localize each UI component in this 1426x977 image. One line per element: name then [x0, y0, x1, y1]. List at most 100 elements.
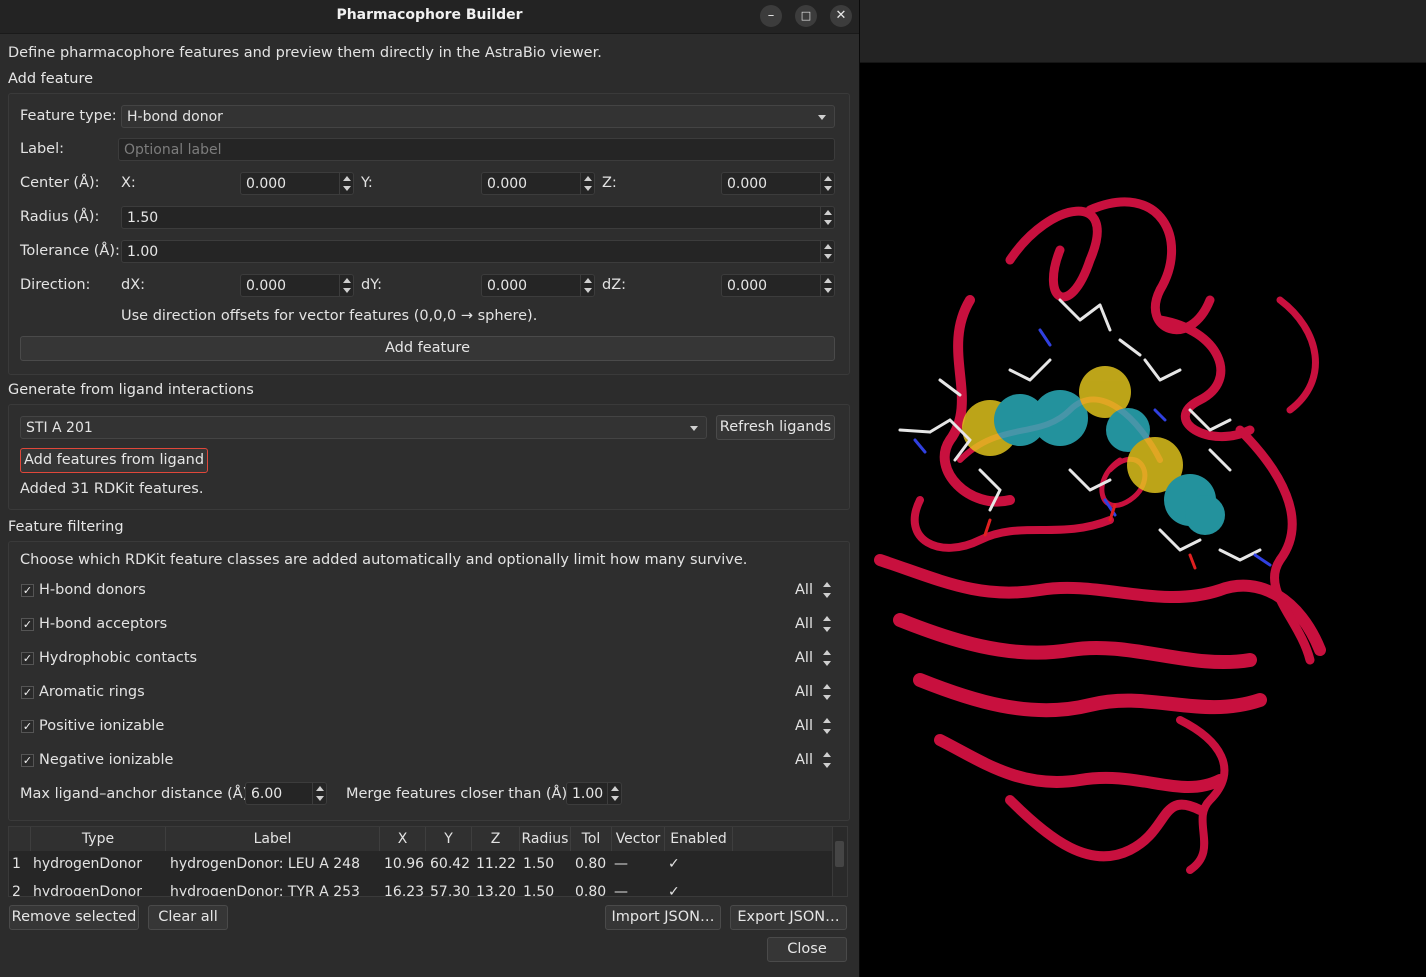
spin-arrows-icon[interactable]	[339, 173, 353, 194]
chevron-down-icon	[690, 426, 698, 431]
spin-arrows-icon[interactable]	[820, 749, 833, 771]
window-title: Pharmacophore Builder	[336, 7, 523, 23]
radius-spinbox[interactable]: 1.50	[121, 206, 835, 229]
filter-class-label: Positive ionizable	[39, 718, 165, 734]
import-json-button[interactable]: Import JSON…	[605, 905, 721, 930]
spin-arrows-icon[interactable]	[820, 173, 834, 194]
center-x-spinbox[interactable]: 0.000	[240, 172, 354, 195]
max-distance-value: 6.00	[251, 786, 283, 802]
filter-limit-value: All	[795, 752, 813, 768]
spin-arrows-icon[interactable]	[820, 613, 833, 635]
cell-z: 13.20	[476, 884, 517, 897]
checkbox-positive-ionizable[interactable]: ✓	[21, 720, 34, 733]
pharmacophore-builder-dialog: Pharmacophore Builder – □ ✕ Define pharm…	[0, 0, 859, 977]
add-feature-heading: Add feature	[8, 71, 94, 87]
spin-arrows-icon[interactable]	[820, 241, 834, 262]
protein-render[interactable]	[860, 0, 1426, 977]
checkbox-hydrophobic-contacts[interactable]: ✓	[21, 652, 34, 665]
column-header-vector[interactable]: Vector	[612, 827, 665, 851]
column-header-y[interactable]: Y	[426, 827, 472, 851]
column-header-tol[interactable]: Tol	[571, 827, 612, 851]
spin-arrows-icon[interactable]	[820, 207, 834, 228]
maximize-button[interactable]: □	[795, 5, 817, 27]
merge-value: 1.00	[572, 786, 604, 802]
cell-enabled-checkbox[interactable]: ✓	[668, 879, 680, 896]
column-header-x[interactable]: X	[380, 827, 426, 851]
close-button[interactable]: Close	[767, 937, 847, 962]
checkbox-negative-ionizable[interactable]: ✓	[21, 754, 34, 767]
checkbox-aromatic-rings[interactable]: ✓	[21, 686, 34, 699]
cell-label: hydrogenDonor: TYR A 253	[170, 884, 360, 897]
direction-label: Direction:	[20, 277, 91, 293]
column-header-radius[interactable]: Radius	[520, 827, 571, 851]
merge-label: Merge features closer than (Å):	[346, 786, 572, 802]
cell-radius: 1.50	[523, 856, 555, 872]
center-y-value: 0.000	[487, 176, 528, 192]
tolerance-label: Tolerance (Å):	[20, 243, 120, 259]
filter-limit-value: All	[795, 582, 813, 598]
cell-enabled-checkbox[interactable]: ✓	[668, 851, 680, 877]
max-distance-label: Max ligand–anchor distance (Å):	[20, 786, 254, 802]
protein-ribbon	[874, 197, 1326, 874]
cell-vector: —	[614, 856, 628, 872]
spin-arrows-icon[interactable]	[607, 783, 621, 804]
spin-arrows-icon[interactable]	[312, 783, 326, 804]
table-scrollbar[interactable]	[832, 827, 847, 896]
column-header-enabled[interactable]: Enabled	[665, 827, 733, 851]
clear-all-button[interactable]: Clear all	[148, 905, 228, 930]
refresh-ligands-button[interactable]: Refresh ligands	[716, 415, 835, 440]
label-placeholder: Optional label	[124, 142, 222, 158]
spin-arrows-icon[interactable]	[820, 647, 833, 669]
y-label: Y:	[361, 175, 373, 191]
add-features-from-ligand-button[interactable]: Add features from ligand	[20, 448, 208, 473]
close-window-button[interactable]: ✕	[830, 5, 852, 27]
add-feature-group	[8, 93, 850, 375]
cell-type: hydrogenDonor	[33, 856, 142, 872]
spin-arrows-icon[interactable]	[580, 173, 594, 194]
direction-dx-spinbox[interactable]: 0.000	[240, 274, 354, 297]
label-input[interactable]: Optional label	[118, 138, 835, 161]
cell-tol: 0.80	[575, 856, 607, 872]
feature-type-select[interactable]: H-bond donor	[121, 105, 835, 128]
column-header-type[interactable]: Type	[31, 827, 166, 851]
minimize-button[interactable]: –	[760, 5, 782, 27]
column-header-label[interactable]: Label	[166, 827, 380, 851]
direction-dz-spinbox[interactable]: 0.000	[721, 274, 835, 297]
spin-arrows-icon[interactable]	[820, 579, 833, 601]
cell-x: 16.23	[384, 884, 425, 897]
title-bar: Pharmacophore Builder – □ ✕	[0, 0, 859, 34]
center-z-spinbox[interactable]: 0.000	[721, 172, 835, 195]
molecule-viewer[interactable]	[860, 0, 1426, 977]
spin-arrows-icon[interactable]	[580, 275, 594, 296]
cell-vector: —	[614, 884, 628, 897]
spin-arrows-icon[interactable]	[820, 681, 833, 703]
cell-x: 10.96	[384, 856, 425, 872]
cell-label: hydrogenDonor: LEU A 248	[170, 856, 360, 872]
checkbox-h-bond-acceptors[interactable]: ✓	[21, 618, 34, 631]
cell-y: 57.30	[430, 884, 471, 897]
direction-dy-spinbox[interactable]: 0.000	[481, 274, 595, 297]
max-distance-spinbox[interactable]: 6.00	[245, 782, 327, 805]
scrollbar-thumb[interactable]	[835, 841, 844, 867]
ligand-select[interactable]: STI A 201	[20, 416, 707, 439]
export-json-button[interactable]: Export JSON…	[730, 905, 847, 930]
filter-class-label: Hydrophobic contacts	[39, 650, 198, 666]
filtering-description: Choose which RDKit feature classes are a…	[20, 552, 748, 568]
spin-arrows-icon[interactable]	[820, 715, 833, 737]
row-number: 2	[12, 884, 21, 897]
add-feature-button[interactable]: Add feature	[20, 336, 835, 361]
merge-spinbox[interactable]: 1.00	[566, 782, 622, 805]
ligand-heading: Generate from ligand interactions	[8, 382, 254, 398]
remove-selected-button[interactable]: Remove selected	[9, 905, 139, 930]
donor-sphere	[1032, 390, 1088, 446]
label-label: Label:	[20, 141, 65, 157]
center-y-spinbox[interactable]: 0.000	[481, 172, 595, 195]
checkbox-h-bond-donors[interactable]: ✓	[21, 584, 34, 597]
direction-hint: Use direction offsets for vector feature…	[121, 308, 538, 324]
spin-arrows-icon[interactable]	[820, 275, 834, 296]
spin-arrows-icon[interactable]	[339, 275, 353, 296]
cell-type: hydrogenDonor	[33, 884, 142, 897]
feature-table[interactable]: Type Label X Y Z Radius Tol Vector Enabl…	[8, 826, 848, 897]
tolerance-spinbox[interactable]: 1.00	[121, 240, 835, 263]
column-header-z[interactable]: Z	[472, 827, 520, 851]
